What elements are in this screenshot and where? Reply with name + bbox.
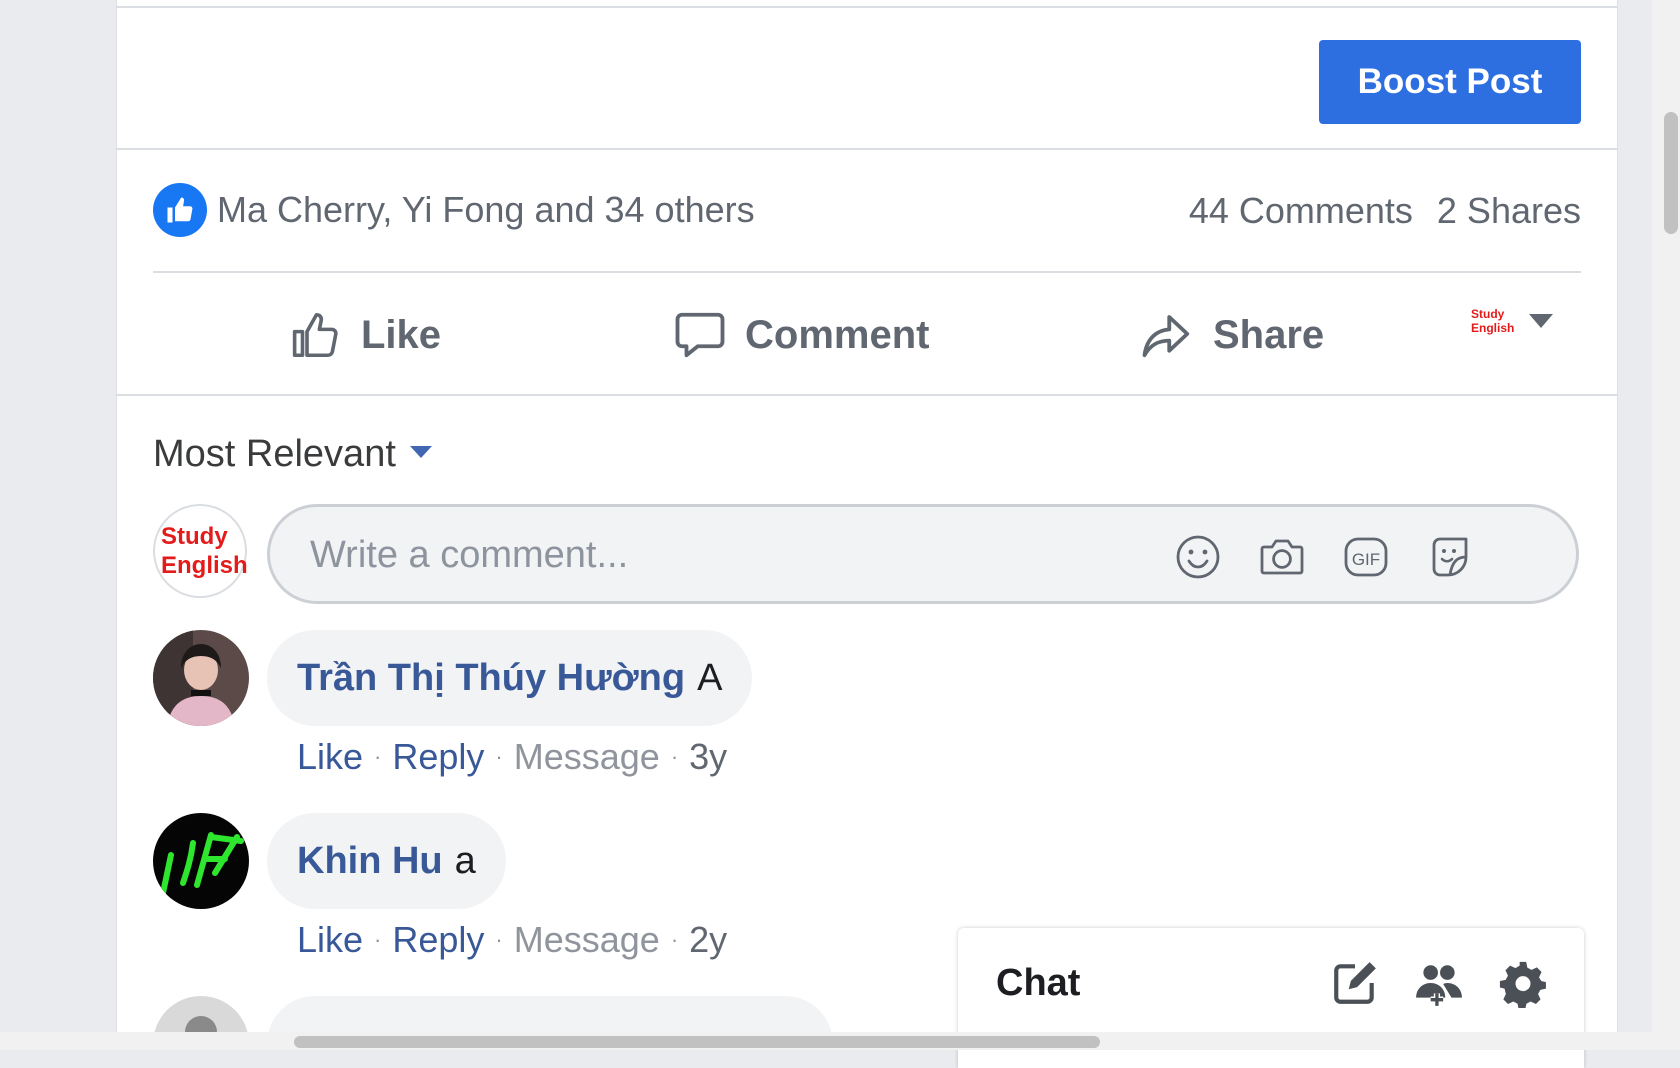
comment-composer: GIF (267, 504, 1579, 604)
commenter-avatar[interactable] (153, 630, 249, 726)
comment-bubble: Khin Hu a (267, 813, 506, 909)
comment-like-link[interactable]: Like (297, 919, 363, 961)
svg-text:GIF: GIF (1352, 550, 1380, 569)
comment-meta: Like · Reply · Message · 2y (297, 919, 728, 961)
comment-timestamp[interactable]: 2y (689, 919, 727, 961)
current-page-avatar: Study English (153, 504, 248, 598)
smiley-icon[interactable] (1174, 533, 1222, 581)
comment-message-link[interactable]: Message (514, 919, 660, 961)
share-button[interactable]: Share (1139, 285, 1324, 385)
caret-down-icon (409, 445, 432, 458)
like-reaction-icon (153, 183, 207, 237)
like-label: Like (361, 312, 442, 357)
divider (117, 394, 1617, 396)
comment-input[interactable] (308, 529, 1112, 581)
camera-icon[interactable] (1258, 533, 1306, 581)
divider (117, 6, 1617, 8)
like-button[interactable]: Like (289, 285, 441, 385)
comments-count-link[interactable]: 44 Comments (1189, 190, 1413, 232)
vertical-scrollbar[interactable] (1652, 0, 1680, 1032)
comment-bubble: Trần Thị Thúy Hường A (267, 630, 753, 726)
share-label: Share (1213, 312, 1325, 357)
chat-title[interactable]: Chat (996, 962, 1080, 1005)
thumbs-up-icon (292, 312, 338, 358)
shares-count-link[interactable]: 2 Shares (1437, 190, 1581, 232)
comment-reply-link[interactable]: Reply (392, 736, 484, 778)
speech-bubble-icon (675, 312, 725, 358)
comment-reply-link[interactable]: Reply (392, 919, 484, 961)
comment-sort-dropdown[interactable]: Most Relevant (153, 433, 432, 476)
comment-text: a (454, 839, 476, 882)
sticker-icon[interactable] (1426, 533, 1474, 581)
page-voice-selector[interactable]: Study English (1471, 307, 1554, 335)
comment-text: A (697, 656, 723, 699)
comment-author-link[interactable]: Khin Hu (297, 840, 443, 883)
post-actions-bar: Like Comment Share Study English (117, 285, 1617, 385)
comment-like-link[interactable]: Like (297, 736, 363, 778)
share-arrow-icon (1142, 315, 1190, 358)
comment-meta: Like · Reply · Message · 3y (297, 736, 728, 778)
vertical-scroll-thumb[interactable] (1664, 112, 1678, 234)
horizontal-scroll-thumb[interactable] (294, 1036, 1100, 1048)
new-group-icon[interactable] (1414, 958, 1464, 1008)
reactions-text[interactable]: Ma Cherry, Yi Fong and 34 others (217, 189, 755, 231)
comment-author-link[interactable]: Trần Thị Thúy Hường (297, 657, 685, 700)
study-english-logo: Study English (1471, 307, 1515, 335)
reactions-summary[interactable]: Ma Cherry, Yi Fong and 34 others (153, 183, 755, 237)
comment-button[interactable]: Comment (673, 285, 929, 385)
horizontal-scrollbar[interactable] (0, 1032, 1680, 1050)
caret-down-icon (1529, 314, 1554, 328)
post-card: Boost Post Ma Cherry, Yi Fong and 34 oth… (116, 0, 1618, 1050)
compose-icon[interactable] (1330, 958, 1380, 1008)
divider (117, 148, 1617, 150)
comment-label: Comment (745, 312, 930, 357)
boost-post-button[interactable]: Boost Post (1319, 40, 1581, 124)
commenter-avatar[interactable] (153, 813, 249, 909)
settings-gear-icon[interactable] (1498, 958, 1548, 1008)
comment-timestamp[interactable]: 3y (689, 736, 727, 778)
divider (153, 271, 1581, 273)
gif-icon[interactable]: GIF (1342, 533, 1390, 581)
sort-label: Most Relevant (153, 433, 396, 475)
comment-message-link[interactable]: Message (514, 736, 660, 778)
post-counts: 44 Comments 2 Shares (1189, 190, 1581, 232)
